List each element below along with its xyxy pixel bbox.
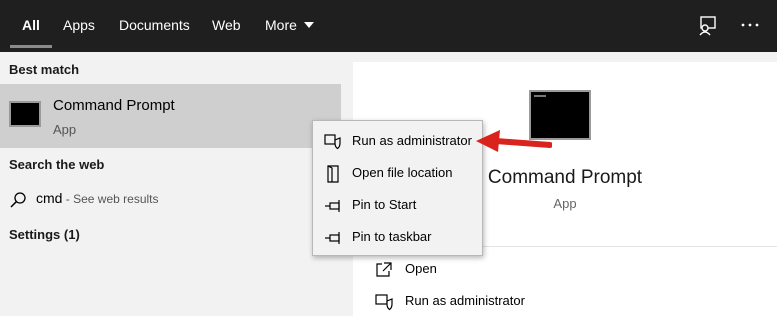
shield-icon [375,294,393,311]
open-action-label: Open [405,261,437,276]
best-match-item[interactable]: Command Prompt App [0,84,341,148]
web-search-suffix: - See web results [62,192,159,206]
chevron-down-icon [303,22,314,28]
pin-icon [325,200,340,212]
context-menu: Run as administrator Open file location … [312,120,483,256]
results-pane: Best match Command Prompt App Search the… [0,52,341,316]
tab-more[interactable]: More [265,0,314,52]
tab-apps[interactable]: Apps [63,0,95,52]
tab-web[interactable]: Web [212,0,241,52]
search-icon [10,192,26,208]
pin-icon [325,232,340,244]
run-as-admin-action-label: Run as administrator [405,293,525,308]
active-tab-indicator [10,45,52,48]
menu-run-as-administrator-label: Run as administrator [352,133,472,148]
search-tab-bar: All Apps Documents Web More [0,0,777,52]
shield-icon [324,134,341,150]
feedback-icon[interactable] [695,12,721,38]
menu-pin-to-start[interactable]: Pin to Start [313,190,482,220]
menu-pin-to-start-label: Pin to Start [352,197,417,212]
settings-heading[interactable]: Settings (1) [9,227,80,242]
menu-open-file-location-label: Open file location [352,165,453,180]
command-prompt-icon [9,101,41,127]
tab-more-label: More [265,17,297,33]
menu-pin-to-taskbar[interactable]: Pin to taskbar [313,222,482,252]
menu-pin-to-taskbar-label: Pin to taskbar [352,229,432,244]
open-icon [376,262,392,277]
best-match-subtitle: App [53,122,77,137]
folder-location-icon [327,165,339,183]
menu-open-file-location[interactable]: Open file location [313,158,482,188]
best-match-title: Command Prompt [53,97,175,114]
search-web-heading: Search the web [9,157,105,172]
command-prompt-large-icon [529,90,591,140]
best-match-heading: Best match [9,62,80,77]
web-search-query: cmd [36,190,63,206]
web-search-result[interactable]: cmd - See web results [0,184,341,214]
more-options-icon[interactable] [737,12,763,38]
menu-run-as-administrator[interactable]: Run as administrator [313,126,482,156]
tab-documents[interactable]: Documents [119,0,190,52]
